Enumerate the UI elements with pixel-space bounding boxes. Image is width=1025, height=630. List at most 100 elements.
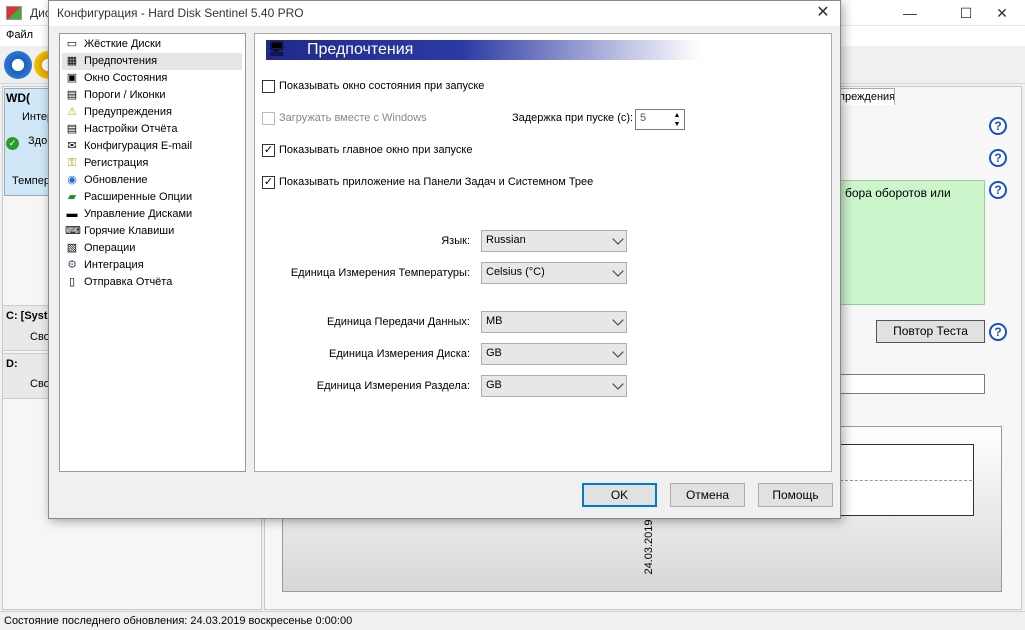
nav-item-email-config[interactable]: ✉ Конфигурация E-mail — [62, 138, 242, 155]
help-icon[interactable]: ? — [989, 181, 1007, 199]
chevron-down-icon — [612, 346, 624, 358]
nav-item-update[interactable]: ◉ Обновление — [62, 172, 242, 189]
language-select[interactable]: Russian — [481, 230, 627, 252]
tab-warnings[interactable]: преждения — [835, 88, 895, 105]
nav-item-label: Обновление — [84, 174, 148, 186]
ok-button[interactable]: OK — [582, 483, 657, 507]
load-with-windows-label: Загружать вместе с Windows — [279, 112, 427, 124]
nav-item-label: Управление Дисками — [84, 208, 193, 220]
health-ok-icon: ✓ — [6, 137, 19, 150]
help-icon[interactable]: ? — [989, 149, 1007, 167]
window-icon: ▣ — [66, 72, 78, 84]
partition-unit-value: GB — [486, 379, 502, 391]
nav-item-report-settings[interactable]: ▤ Настройки Отчёта — [62, 121, 242, 138]
nav-item-thresholds-icons[interactable]: ▤ Пороги / Иконки — [62, 87, 242, 104]
warning-icon: ⚠ — [67, 106, 77, 118]
show-status-window-checkbox[interactable] — [262, 80, 275, 93]
chevron-down-icon — [612, 265, 624, 277]
disk-unit-select[interactable]: GB — [481, 343, 627, 365]
close-icon[interactable]: ✕ — [812, 3, 834, 23]
nav-item-label: Операции — [84, 242, 136, 254]
nav-item-label: Окно Состояния — [84, 72, 168, 84]
temperature-unit-select[interactable]: Celsius (°C) — [481, 262, 627, 284]
graph-threshold-line — [840, 480, 972, 481]
nav-item-send-report[interactable]: ▯ Отправка Отчёта — [62, 274, 242, 291]
transfer-unit-label: Единица Передачи Данных: — [326, 316, 470, 328]
menu-file[interactable]: Файл — [6, 29, 33, 41]
settings-nav-tree: ▭ Жёсткие Диски ▦ Предпочтения ▣ Окно Состо… — [59, 33, 246, 472]
language-value: Russian — [486, 234, 526, 246]
hard-disk-icon: ▭ — [66, 38, 78, 50]
nav-item-advanced-options[interactable]: ▰ Расширенные Опции — [62, 189, 242, 206]
cancel-button[interactable]: Отмена — [670, 483, 745, 507]
status-description-box: бора оборотов или — [838, 180, 985, 305]
help-icon[interactable]: ? — [989, 323, 1007, 341]
integration-icon: ⚙ — [67, 259, 77, 271]
nav-item-label: Пороги / Иконки — [84, 89, 166, 101]
nav-item-label: Жёсткие Диски — [84, 38, 161, 50]
nav-item-label: Отправка Отчёта — [84, 276, 173, 288]
disk-unit-label: Единица Измерения Диска: — [328, 348, 470, 360]
disk-unit-value: GB — [486, 347, 502, 359]
minimize-icon[interactable]: — — [887, 0, 933, 26]
nav-item-label: Настройки Отчёта — [84, 123, 178, 135]
nav-item-disk-management[interactable]: ▬ Управление Дисками — [62, 206, 242, 223]
configuration-dialog: Конфигурация - Hard Disk Sentinel 5.40 P… — [48, 0, 841, 519]
transfer-unit-value: MB — [486, 315, 503, 327]
keyboard-icon: ⌨ — [65, 225, 81, 237]
thresholds-icon: ▤ — [66, 89, 78, 101]
nav-item-operations[interactable]: ▧ Операции — [62, 240, 242, 257]
key-icon: ⚿ — [67, 157, 77, 169]
show-in-tray-label: Показывать приложение на Панели Задач и … — [279, 176, 594, 188]
show-main-window-checkbox[interactable]: ✓ — [262, 144, 275, 157]
load-with-windows-checkbox[interactable] — [262, 112, 275, 125]
spin-down-icon[interactable]: ▼ — [671, 120, 683, 129]
send-report-icon: ▯ — [68, 276, 76, 288]
status-bar: Состояние последнего обновления: 24.03.2… — [0, 611, 1025, 630]
help-icon[interactable]: ? — [989, 117, 1007, 135]
chevron-down-icon — [612, 314, 624, 326]
language-label: Язык: — [441, 235, 470, 247]
help-button[interactable]: Помощь — [758, 483, 833, 507]
refresh-icon[interactable] — [4, 51, 32, 79]
nav-item-warnings[interactable]: ⚠ Предупреждения — [62, 104, 242, 121]
close-icon[interactable]: ✕ — [979, 0, 1025, 26]
dialog-title-bar: Конфигурация - Hard Disk Sentinel 5.40 P… — [49, 1, 840, 26]
nav-item-status-window[interactable]: ▣ Окно Состояния — [62, 70, 242, 87]
transfer-unit-select[interactable]: MB — [481, 311, 627, 333]
preferences-icon: 🖥 — [268, 40, 286, 56]
nav-item-integration[interactable]: ⚙ Интеграция — [62, 257, 242, 274]
nav-item-label: Расширенные Опции — [84, 191, 193, 203]
nav-item-label: Горячие Клавиши — [84, 225, 175, 237]
startup-delay-label: Задержка при пуске (с): — [512, 112, 634, 124]
nav-item-label: Регистрация — [84, 157, 149, 169]
operations-icon: ▧ — [66, 242, 78, 254]
advanced-icon: ▰ — [67, 191, 77, 203]
disk-management-icon: ▬ — [66, 208, 78, 220]
show-main-window-label: Показывать главное окно при запуске — [279, 144, 473, 156]
temperature-unit-label: Единица Измерения Температуры: — [290, 267, 470, 279]
notes-input[interactable] — [838, 374, 985, 394]
chevron-down-icon — [612, 233, 624, 245]
report-icon: ▤ — [66, 123, 78, 135]
section-header: Предпочтения — [307, 41, 414, 58]
nav-item-label: Интеграция — [84, 259, 144, 271]
spin-up-icon[interactable]: ▲ — [671, 111, 683, 120]
nav-item-label: Предпочтения — [84, 55, 158, 67]
nav-item-hard-disks[interactable]: ▭ Жёсткие Диски — [62, 36, 242, 53]
show-status-window-label: Показывать окно состояния при запуске — [279, 80, 485, 92]
show-in-tray-checkbox[interactable]: ✓ — [262, 176, 275, 189]
nav-item-label: Предупреждения — [84, 106, 172, 118]
temperature-unit-value: Celsius (°C) — [486, 266, 545, 278]
nav-item-preferences[interactable]: ▦ Предпочтения — [62, 53, 242, 70]
dialog-title: Конфигурация - Hard Disk Sentinel 5.40 P… — [57, 6, 304, 20]
status-description-text: бора оборотов или — [845, 186, 951, 200]
chevron-down-icon — [612, 378, 624, 390]
preferences-page: 🖥 Предпочтения Показывать окно состояния… — [254, 33, 832, 472]
repeat-test-button[interactable]: Повтор Теста — [876, 320, 985, 343]
globe-icon: ◉ — [67, 174, 77, 186]
partition-unit-select[interactable]: GB — [481, 375, 627, 397]
nav-item-registration[interactable]: ⚿ Регистрация — [62, 155, 242, 172]
nav-item-label: Конфигурация E-mail — [84, 140, 193, 152]
nav-item-hotkeys[interactable]: ⌨ Горячие Клавиши — [62, 223, 242, 240]
